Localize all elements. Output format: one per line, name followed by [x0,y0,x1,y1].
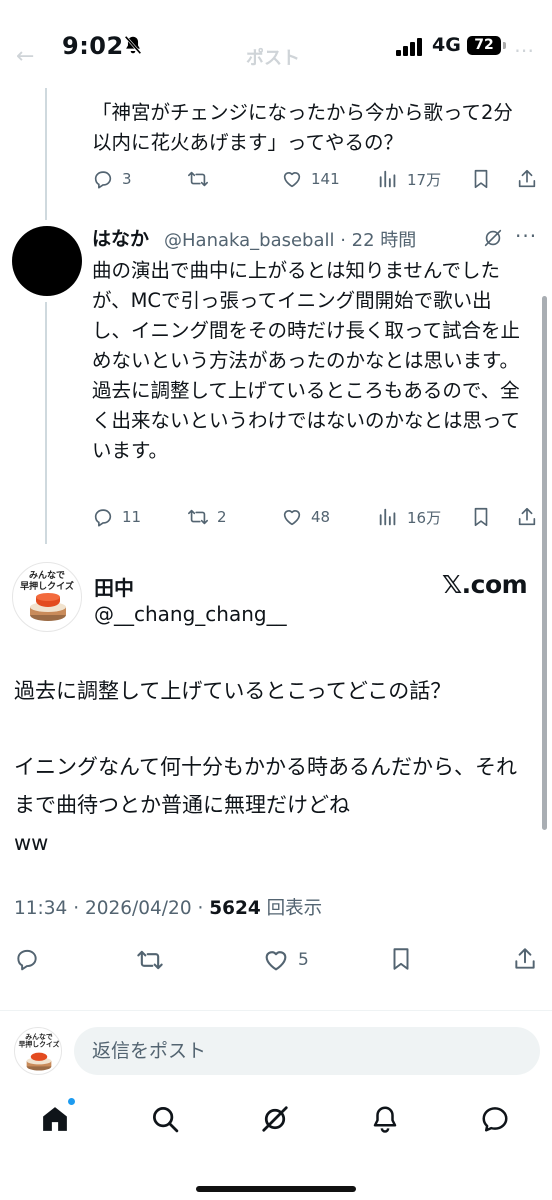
views-button[interactable]: 17万 [377,168,441,190]
views-count: 16万 [407,508,442,527]
share-icon [518,507,536,526]
reply-button[interactable]: 11 [92,506,141,528]
svg-text:早押しクイズ: 早押しクイズ [19,1040,60,1049]
like-button[interactable]: 48 [281,506,330,528]
more-icon[interactable]: ⋯ [514,38,534,62]
search-icon[interactable] [150,1104,180,1134]
like-button[interactable]: 5 [262,946,309,974]
like-count: 48 [311,508,331,526]
reply-composer: みんなで 早押しクイズ 返信をポスト [0,1010,552,1084]
reply-icon [17,949,37,971]
bottom-tab-bar [0,1090,552,1150]
bookmark-icon [393,948,409,970]
battery-icon: 72 [467,36,501,55]
bookmark-icon [474,507,488,527]
svg-text:みんなで: みんなで [25,1032,53,1041]
reply-button[interactable]: 3 [92,168,132,190]
thread-line [45,302,47,544]
grok-icon[interactable] [482,227,504,249]
notifications-icon[interactable] [370,1104,400,1134]
main-tweet-text: 過去に調整して上げているとこってどこの話？ イニングなんて何十分もかかる時あるん… [14,679,517,855]
views-count: 17万 [407,170,442,189]
back-arrow-icon[interactable]: ← [16,44,34,69]
source-label: 𝕏.com [442,570,528,599]
repost-icon [137,950,163,970]
views-icon [379,170,396,188]
status-bar: ← ポスト 9:02 4G 72 ⋯ [0,0,552,92]
views-count: 5624 [209,898,261,919]
author-handle[interactable]: @Hanaka_baseball · 22 時間 [164,226,416,252]
share-icon [518,169,536,188]
scrollbar[interactable] [542,296,547,830]
author-name[interactable]: はなか [92,224,149,251]
author-name[interactable]: 田中 [94,572,134,601]
bookmark-button[interactable] [470,506,492,528]
heart-icon [283,510,301,526]
heart-icon [265,951,287,971]
silent-bell-icon [124,35,142,55]
bookmark-button[interactable] [388,946,414,972]
views-icon [379,508,396,526]
network-type: 4G [432,34,461,56]
views-button[interactable]: 16万 [377,506,441,528]
share-button[interactable] [516,168,538,190]
share-button[interactable] [516,506,538,528]
home-unread-dot [68,1098,75,1105]
repost-button[interactable] [136,946,164,974]
repost-icon [188,509,208,525]
reply-button[interactable] [14,946,40,972]
share-icon [515,948,535,969]
thread-line [45,88,47,220]
like-count: 141 [311,170,340,188]
repost-button[interactable]: 2 [187,506,227,528]
reply-icon [94,509,112,527]
repost-icon [188,171,208,187]
like-count: 5 [298,950,309,970]
messages-icon[interactable] [480,1104,510,1134]
avatar[interactable]: みんなで 早押しクイズ [12,562,82,632]
author-handle[interactable]: @__chang_chang__ [94,602,287,626]
reply-count: 3 [122,170,132,188]
my-avatar[interactable]: みんなで 早押しクイズ [14,1027,62,1075]
signal-icon [396,38,422,56]
bookmark-icon [474,169,488,189]
header-title: ポスト [246,48,300,69]
buzzer-icon: みんなで 早押しクイズ [19,1032,60,1071]
buzzer-icon [30,593,66,621]
home-indicator [196,1186,356,1192]
grok-icon[interactable] [260,1104,290,1134]
main-action-bar: 5 [0,944,552,978]
repost-button[interactable] [187,168,209,190]
like-button[interactable]: 141 [281,168,340,190]
tweet-2-text: 曲の演出で曲中に上がるとは知りませんでしたが、MCで引っ張ってイニング間開始で歌… [92,259,521,462]
tweet-meta: 11:34 · 2026/04/20 · 5624 回表示 [14,894,322,920]
repost-count: 2 [217,508,227,526]
heart-icon [283,172,301,188]
reply-icon [94,171,112,189]
views-label: 回表示 [260,898,323,919]
home-icon[interactable] [40,1104,70,1134]
reply-input[interactable]: 返信をポスト [74,1027,540,1075]
share-button[interactable] [512,946,538,972]
tweet-1-text: 「神宮がチェンジになったから今から歌って2分以内に花火あげます」ってやるの？ [92,101,513,154]
tweet-timestamp[interactable]: 11:34 · 2026/04/20 · [14,898,209,919]
more-options-icon[interactable]: ··· [515,224,537,248]
avatar[interactable] [12,226,82,296]
reply-count: 11 [122,508,142,526]
clock: 9:02 [62,32,124,60]
battery-tip [503,42,506,49]
bookmark-button[interactable] [470,168,492,190]
